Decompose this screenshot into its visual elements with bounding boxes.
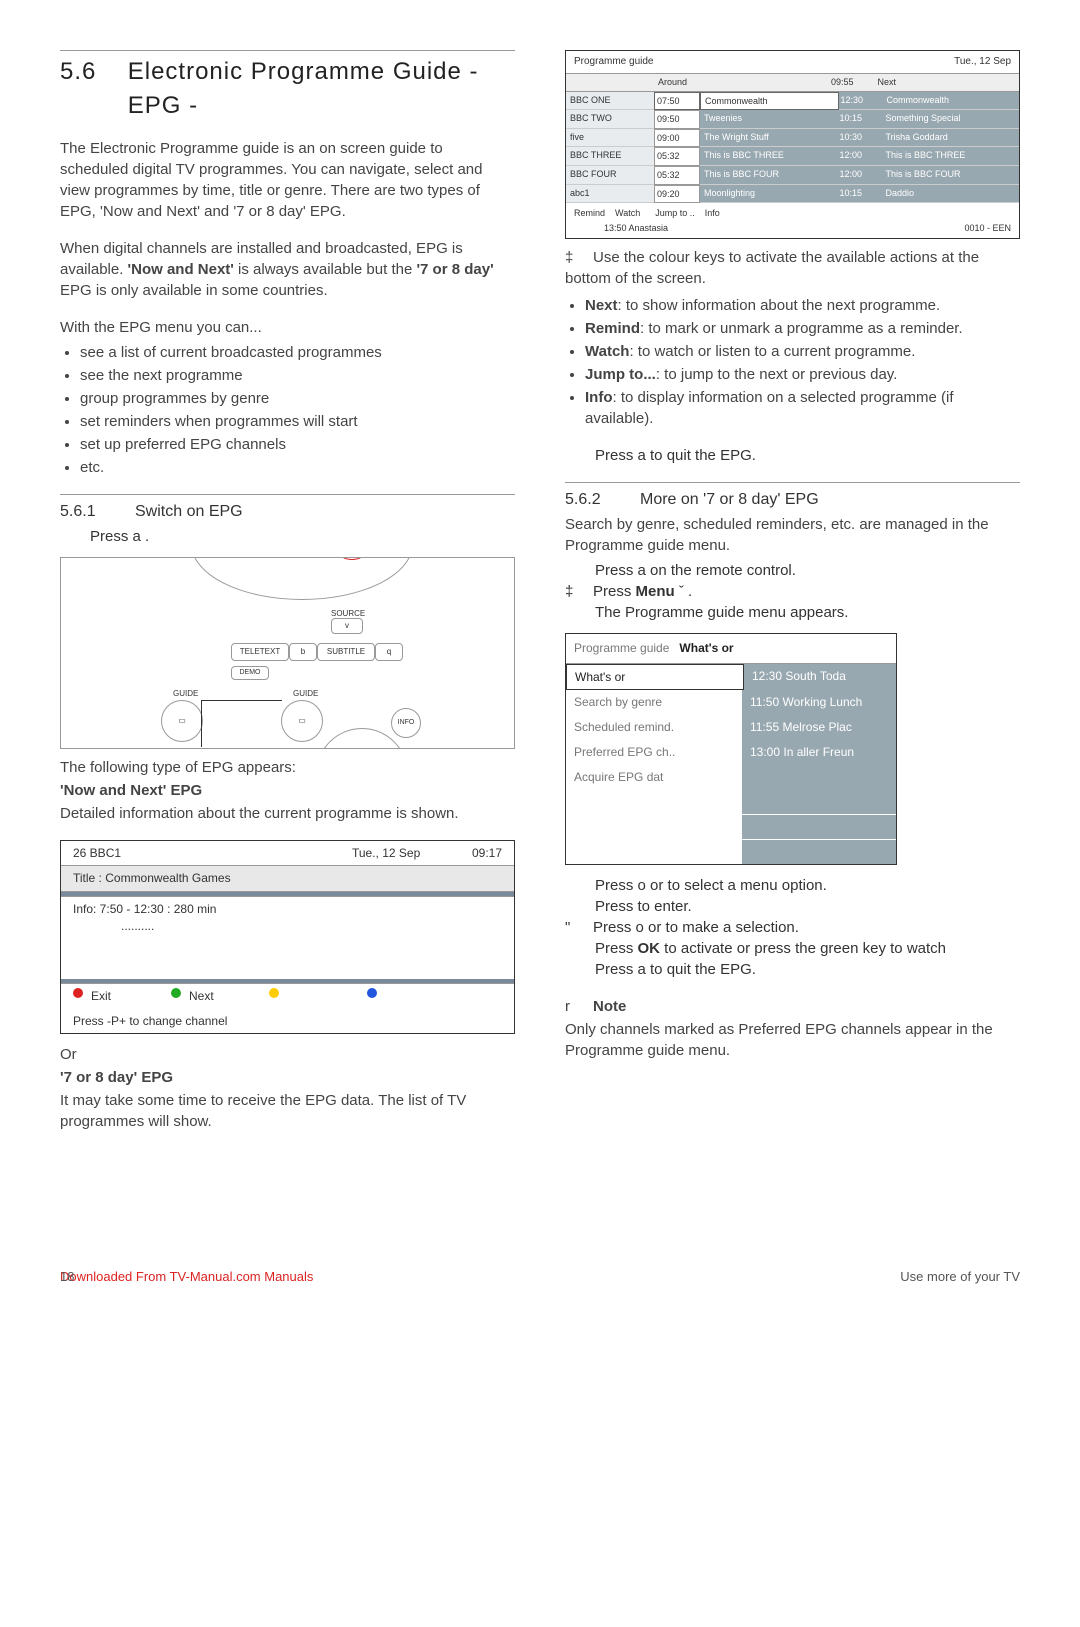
- epg-grid: Programme guideTue., 12 Sep Around 09:55…: [565, 50, 1020, 239]
- s562-step1: Press a on the remote control.: [565, 560, 1020, 581]
- subsection-562: 5.6.2More on '7 or 8 day' EPG: [565, 489, 1020, 511]
- after-menu-5: Press a to quit the EPG.: [565, 959, 1020, 980]
- note-hdr: rNote: [565, 996, 1020, 1017]
- action-bullets: Next: to show information about the next…: [565, 295, 1020, 429]
- now-next-hdr: 'Now and Next' EPG: [60, 780, 515, 801]
- guide-icon: ▭: [281, 700, 323, 742]
- intro-p3: With the EPG menu you can...: [60, 317, 515, 338]
- intro-p2: When digital channels are installed and …: [60, 238, 515, 301]
- seven-hdr: '7 or 8 day' EPG: [60, 1067, 515, 1088]
- after-remote: The following type of EPG appears:: [60, 757, 515, 778]
- step-text: Press a .: [60, 526, 515, 547]
- or-text: Or: [60, 1044, 515, 1065]
- section-heading: 5.6 Electronic Programme Guide - EPG -: [60, 55, 515, 122]
- subsection-561: 5.6.1Switch on EPG: [60, 501, 515, 523]
- programme-guide-menu: Programme guide What's or What's or12:30…: [565, 633, 897, 865]
- fi-step: ‡Use the colour keys to activate the ava…: [565, 247, 1020, 289]
- after-menu-3: "Press o or to make a selection.: [565, 917, 1020, 938]
- info-icon: INFO: [391, 708, 421, 738]
- s562-step2: ‡Press Menu ˇ .: [565, 581, 1020, 602]
- page-footer: 18Downloaded From TV-Manual.com Manuals …: [60, 1268, 1020, 1286]
- epg-now-next-box: 26 BBC1 Tue., 12 Sep 09:17 Title : Commo…: [60, 840, 515, 1035]
- guide-icon: ▭: [161, 700, 203, 742]
- green-dot-icon: [171, 988, 181, 998]
- after-menu: Press o or to select a menu option. Pres…: [565, 875, 1020, 917]
- intro-p1: The Electronic Programme guide is an on …: [60, 138, 515, 222]
- red-dot-icon: [73, 988, 83, 998]
- yellow-dot-icon: [269, 988, 279, 998]
- blue-dot-icon: [367, 988, 377, 998]
- quit-line: Press a to quit the EPG.: [565, 445, 1020, 466]
- after-menu-4: Press OK to activate or press the green …: [565, 938, 1020, 959]
- remote-diagram: SOURCE v TELETEXT b SUBTITLE q DEMO GUID…: [60, 557, 515, 749]
- now-next-txt: Detailed information about the current p…: [60, 803, 515, 824]
- s562-p1: Search by genre, scheduled reminders, et…: [565, 514, 1020, 556]
- intro-bullets: see a list of current broadcasted progra…: [60, 342, 515, 478]
- note-txt: Only channels marked as Preferred EPG ch…: [565, 1019, 1020, 1061]
- seven-txt: It may take some time to receive the EPG…: [60, 1090, 515, 1132]
- s562-step2d: The Programme guide menu appears.: [565, 602, 1020, 623]
